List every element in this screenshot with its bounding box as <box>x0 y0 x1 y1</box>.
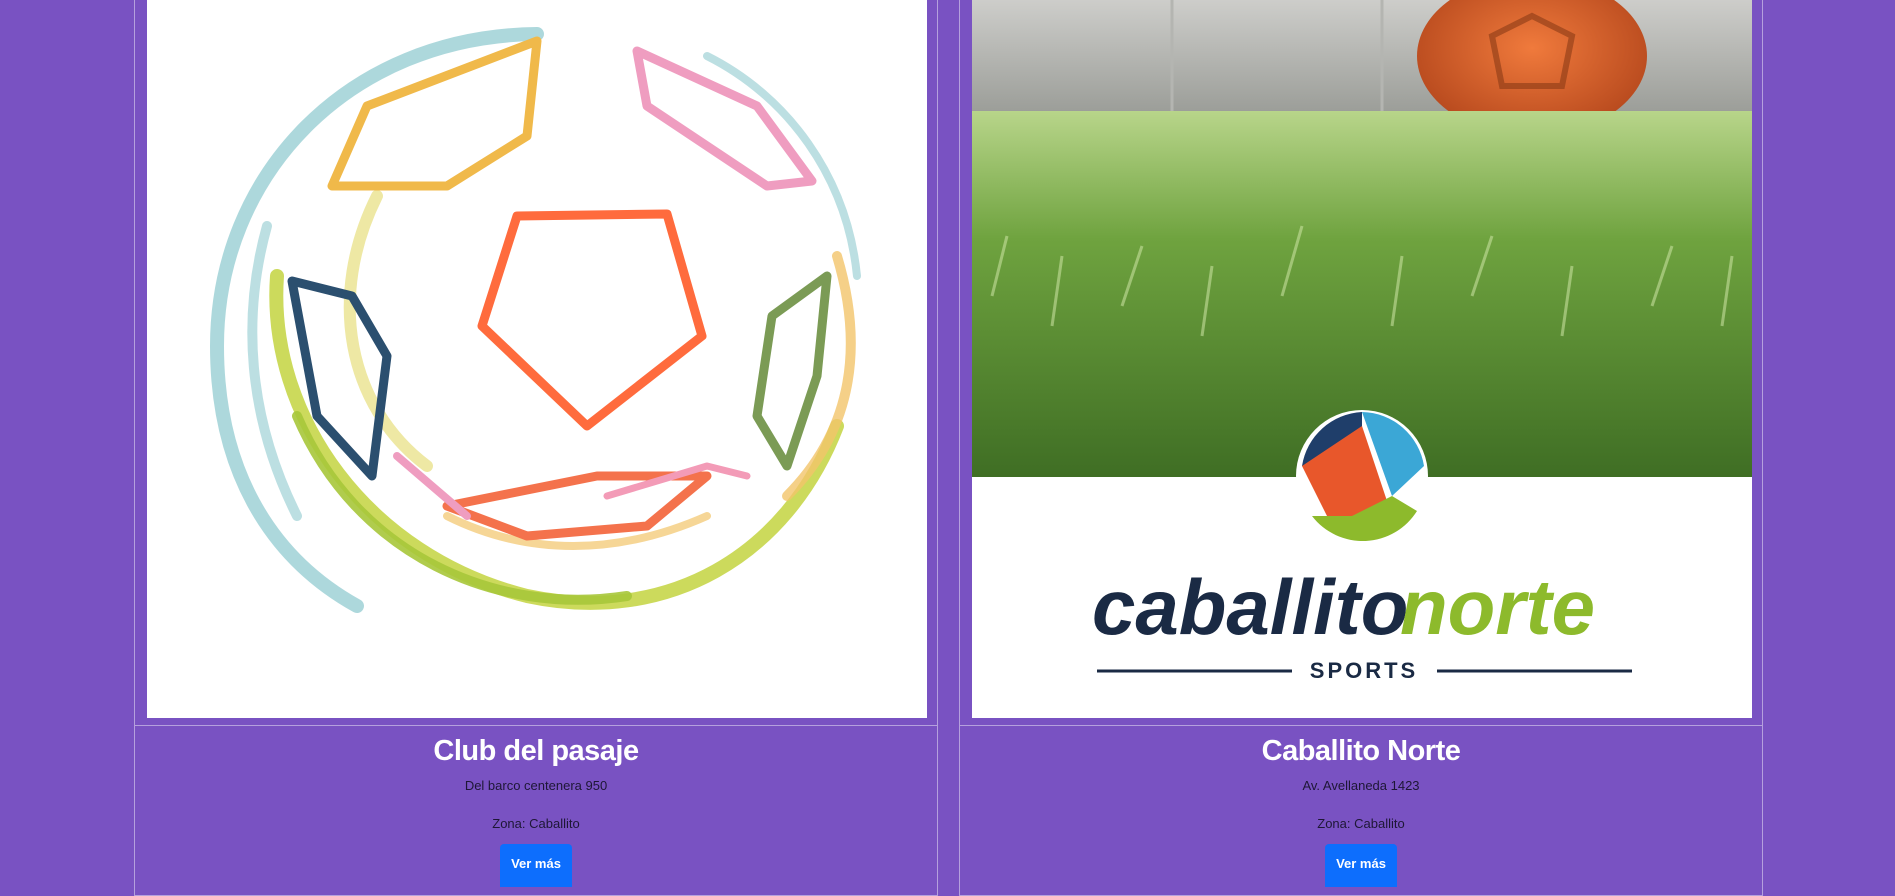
club-card: caballito norte SPORTS Caballito Norte A… <box>959 0 1763 896</box>
club-card: Club del pasaje Del barco centenera 950 … <box>134 0 938 896</box>
club-image-caballito-norte: caballito norte SPORTS <box>972 0 1752 718</box>
club-name: Caballito Norte <box>1261 735 1461 767</box>
caballito-norte-logo-icon: caballito norte SPORTS <box>972 0 1752 718</box>
ver-mas-button[interactable]: Ver más <box>500 844 572 887</box>
club-zone: Zona: Caballito <box>1317 816 1405 831</box>
club-card-body: Caballito Norte Av. Avellaneda 1423 Zona… <box>960 726 1762 887</box>
club-address: Av. Avellaneda 1423 <box>1302 778 1420 793</box>
logo-sub: SPORTS <box>1310 658 1418 683</box>
club-card-body: Club del pasaje Del barco centenera 950 … <box>135 726 937 887</box>
soccer-ball-logo-icon <box>147 0 927 718</box>
logo-word2: norte <box>1400 563 1595 651</box>
club-image-soccer-ball <box>147 0 927 718</box>
club-zone: Zona: Caballito <box>492 816 580 831</box>
club-card-grid: Club del pasaje Del barco centenera 950 … <box>134 0 1764 896</box>
club-name: Club del pasaje <box>433 735 639 767</box>
ver-mas-button[interactable]: Ver más <box>1325 844 1397 887</box>
club-address: Del barco centenera 950 <box>464 778 608 793</box>
logo-word1: caballito <box>1092 563 1408 651</box>
